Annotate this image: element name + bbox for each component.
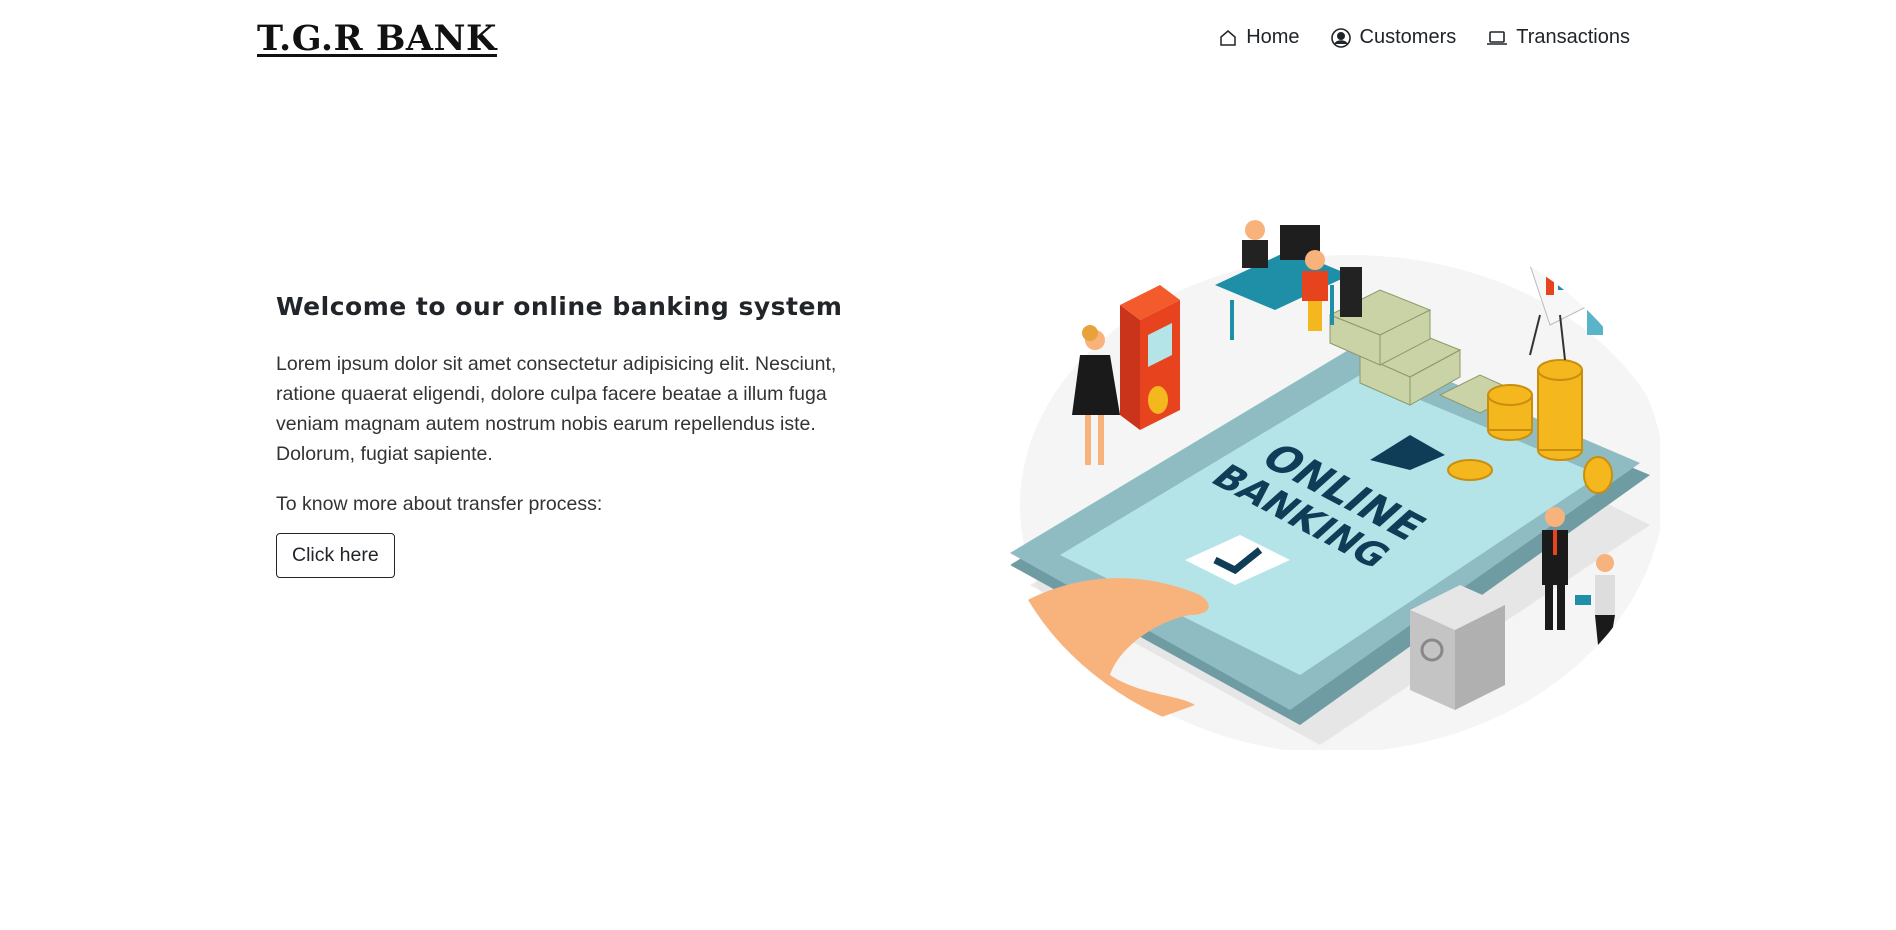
nav-item-customers[interactable]: Customers <box>1330 26 1457 49</box>
navbar: T.G.R BANK Home Customers Transactions <box>0 0 1896 84</box>
nav-label-transactions: Transactions <box>1516 26 1630 48</box>
hero-heading: Welcome to our online banking system <box>276 292 843 321</box>
nav-item-home[interactable]: Home <box>1218 26 1300 49</box>
atm-graphic <box>1120 285 1180 430</box>
nav-label-home: Home <box>1246 26 1300 48</box>
click-here-button[interactable]: Click here <box>276 533 395 578</box>
user-circle-icon <box>1330 27 1352 49</box>
hero-subtext: To know more about transfer process: <box>276 493 603 515</box>
hero-paragraph: Lorem ipsum dolor sit amet consectetur a… <box>276 353 837 465</box>
safe-graphic <box>1410 585 1505 710</box>
brand-logo[interactable]: T.G.R BANK <box>257 18 497 59</box>
nav-menu: Home Customers Transactions <box>1218 26 1630 49</box>
nav-label-customers: Customers <box>1359 26 1457 48</box>
home-icon <box>1218 28 1238 48</box>
online-banking-illustration: ONLINE BANKING <box>990 205 1665 753</box>
illustration-svg: ONLINE BANKING <box>995 213 1665 753</box>
hero-section: Welcome to our online banking system Lor… <box>276 292 876 578</box>
laptop-icon <box>1486 28 1508 48</box>
nav-item-transactions[interactable]: Transactions <box>1486 26 1630 49</box>
